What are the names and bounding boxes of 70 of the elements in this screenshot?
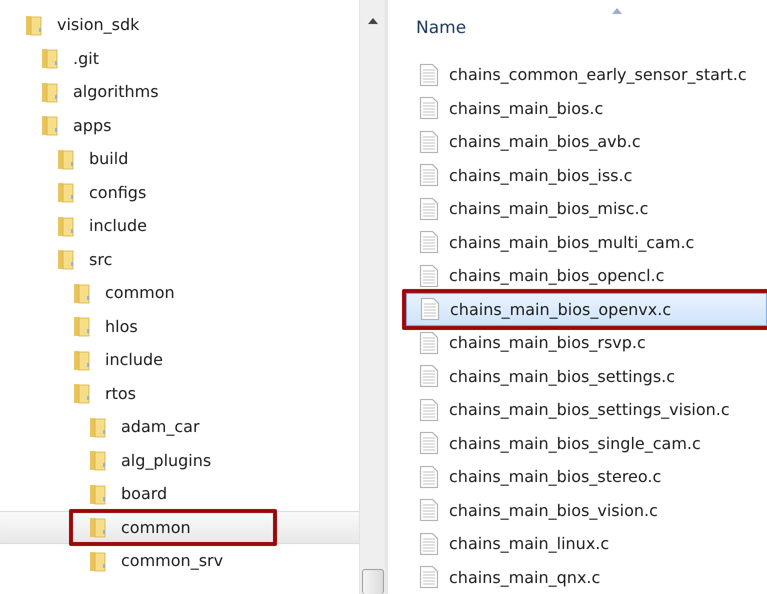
- folder-icon: [57, 248, 75, 270]
- document-icon: [420, 432, 438, 454]
- folder-icon: [89, 416, 107, 438]
- folder-icon: [73, 282, 91, 304]
- tree-item[interactable]: build: [0, 142, 359, 176]
- file-item[interactable]: chains_main_bios_misc.c: [406, 192, 767, 226]
- document-icon: [420, 231, 438, 254]
- tree-item[interactable]: apps: [0, 108, 359, 142]
- document-icon: [420, 130, 438, 153]
- file-item[interactable]: chains_main_bios_settings_vision.c: [406, 393, 767, 426]
- document-icon: [420, 164, 438, 186]
- sort-arrow-icon: [612, 8, 622, 14]
- tree-item[interactable]: common: [0, 510, 359, 544]
- tree-item[interactable]: include: [0, 343, 359, 376]
- document-icon: [420, 365, 438, 388]
- file-item[interactable]: chains_main_bios_opencl.c: [406, 259, 767, 292]
- tree-item[interactable]: src: [0, 242, 359, 276]
- file-item[interactable]: chains_main_bios_stereo.c: [406, 460, 767, 494]
- folder-icon: [89, 550, 107, 572]
- file-item[interactable]: chains_main_qnx.c: [406, 560, 767, 594]
- folder-icon: [25, 14, 43, 36]
- folder-icon: [89, 516, 107, 538]
- folder-icon: [41, 114, 59, 136]
- folder-icon: [41, 80, 59, 103]
- tree-item[interactable]: vision_sdk: [0, 8, 359, 42]
- column-header[interactable]: Name: [416, 18, 466, 38]
- file-item[interactable]: chains_main_bios_multi_cam.c: [406, 226, 767, 259]
- document-icon: [420, 499, 438, 522]
- tree-item[interactable]: hlos: [0, 310, 359, 343]
- file-item[interactable]: chains_main_bios_vision.c: [406, 494, 767, 527]
- file-item[interactable]: chains_main_bios_iss.c: [406, 158, 767, 192]
- tree-item[interactable]: rtos: [0, 376, 359, 410]
- folder-icon: [57, 214, 75, 237]
- document-icon: [420, 532, 438, 555]
- folder-icon: [73, 348, 91, 371]
- scrollbar[interactable]: [359, 0, 385, 594]
- document-icon: [420, 398, 438, 421]
- tree-item[interactable]: configs: [0, 176, 359, 209]
- document-icon: [420, 566, 438, 588]
- folder-icon: [41, 47, 59, 70]
- tree-item[interactable]: .git: [0, 42, 359, 75]
- file-item[interactable]: chains_main_bios_rsvp.c: [406, 326, 767, 360]
- file-item[interactable]: chains_common_early_sensor_start.c: [406, 58, 767, 92]
- document-icon: [420, 264, 438, 287]
- document-icon: [420, 466, 438, 488]
- document-icon: [420, 198, 438, 220]
- document-icon: [420, 64, 438, 86]
- folder-icon: [73, 315, 91, 338]
- tree-item[interactable]: alg_plugins: [0, 444, 359, 477]
- folder-icon: [57, 148, 75, 170]
- scroll-thumb[interactable]: [362, 569, 384, 594]
- tree-item[interactable]: common_srv: [0, 544, 359, 578]
- folder-icon: [73, 382, 91, 404]
- document-icon: [420, 97, 438, 120]
- tree-item[interactable]: common: [0, 276, 359, 310]
- folder-icon: [57, 181, 75, 204]
- tree-item[interactable]: board: [0, 477, 359, 510]
- file-item[interactable]: chains_main_bios_avb.c: [406, 125, 767, 158]
- tree-item[interactable]: algorithms: [0, 75, 359, 108]
- file-item[interactable]: chains_main_linux.c: [406, 527, 767, 560]
- tree-item[interactable]: adam_car: [0, 410, 359, 444]
- file-item[interactable]: chains_main_bios_settings.c: [406, 360, 767, 393]
- tree-item[interactable]: include: [0, 209, 359, 242]
- folder-icon: [89, 449, 107, 472]
- file-item[interactable]: chains_main_bios_single_cam.c: [406, 426, 767, 460]
- file-item[interactable]: chains_main_bios.c: [406, 92, 767, 125]
- scroll-up-icon[interactable]: [368, 18, 378, 24]
- folder-icon: [89, 482, 107, 505]
- document-icon: [421, 298, 439, 320]
- document-icon: [420, 332, 438, 354]
